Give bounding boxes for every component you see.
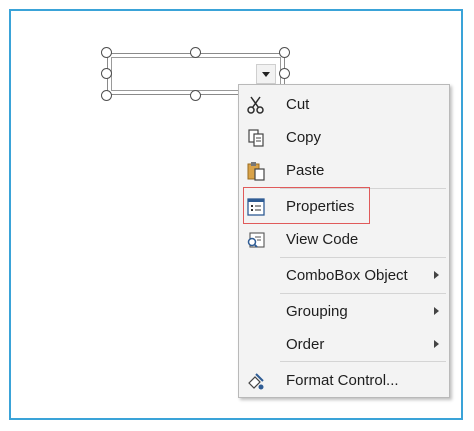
scissors-icon	[247, 96, 264, 114]
menu-separator	[280, 361, 446, 362]
menu-item-combobox-object[interactable]: ComboBox Object	[239, 260, 449, 290]
chevron-down-icon[interactable]	[256, 64, 276, 84]
copy-icon	[248, 129, 264, 147]
paste-icon	[247, 162, 265, 181]
menu-separator	[280, 293, 446, 294]
resize-handle-top-left[interactable]	[101, 47, 112, 58]
menu-item-label: ComboBox Object	[286, 267, 408, 284]
menu-item-label: Copy	[286, 129, 322, 146]
resize-handle-bottom[interactable]	[190, 90, 201, 101]
submenu-arrow-icon	[434, 307, 439, 315]
resize-handle-top-right[interactable]	[279, 47, 290, 58]
menu-item-label: Grouping	[286, 303, 348, 320]
format-control-icon	[248, 373, 264, 390]
menu-item-paste[interactable]: Paste	[239, 155, 449, 185]
resize-handle-bottom-left[interactable]	[101, 90, 112, 101]
menu-item-label: Cut	[286, 96, 310, 113]
context-menu: Cut Copy Paste Properties View Code Comb…	[238, 84, 450, 398]
menu-item-cut[interactable]: Cut	[239, 89, 449, 119]
submenu-arrow-icon	[434, 340, 439, 348]
submenu-arrow-icon	[434, 271, 439, 279]
menu-item-label: Paste	[286, 162, 325, 179]
properties-highlight-box	[243, 187, 370, 224]
menu-item-view-code[interactable]: View Code	[239, 224, 449, 254]
menu-item-order[interactable]: Order	[239, 329, 449, 359]
view-code-icon	[247, 232, 265, 248]
resize-handle-right[interactable]	[279, 68, 290, 79]
menu-item-label: Order	[286, 336, 325, 353]
menu-item-label: View Code	[286, 231, 359, 248]
resize-handle-top[interactable]	[190, 47, 201, 58]
menu-item-label: Format Control...	[286, 372, 399, 389]
menu-item-format-control[interactable]: Format Control...	[239, 365, 449, 395]
menu-item-copy[interactable]: Copy	[239, 122, 449, 152]
menu-separator	[280, 257, 446, 258]
menu-item-grouping[interactable]: Grouping	[239, 296, 449, 326]
resize-handle-left[interactable]	[101, 68, 112, 79]
